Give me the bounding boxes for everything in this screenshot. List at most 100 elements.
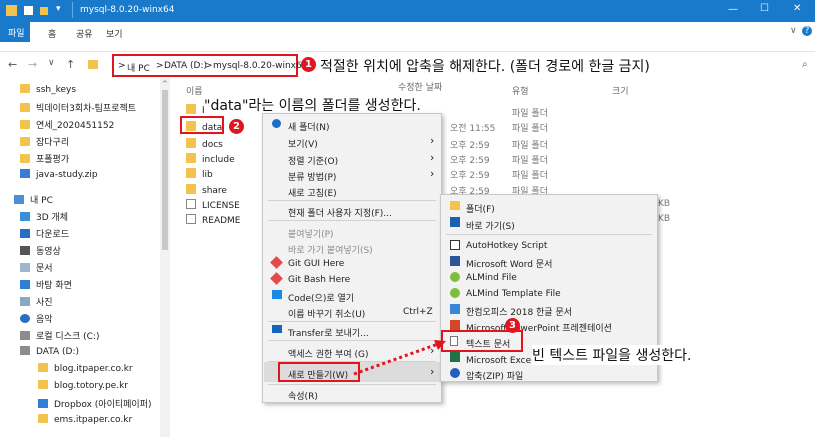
sidebar-item-label: 바탕 화면 (36, 281, 72, 291)
hancom-icon (450, 304, 460, 314)
back-icon[interactable]: ← (8, 58, 17, 71)
search-icon[interactable]: ⌕ (802, 59, 808, 70)
submenu-item-word[interactable]: Microsoft Word 문서 (466, 257, 552, 270)
menu-item-group[interactable]: 분류 방법(P) (288, 170, 336, 183)
file-name: lib (202, 170, 213, 180)
sidebar-item-label: 로컬 디스크 (C:) (36, 332, 100, 342)
sidebar-item[interactable]: java-study.zip (20, 169, 98, 180)
folder-icon (186, 138, 196, 148)
tab-view[interactable]: 보기 (106, 27, 123, 40)
submenu-item-almind[interactable]: ALMind File (466, 273, 517, 283)
menu-item-view[interactable]: 보기(V) (288, 137, 318, 150)
menu-item-customize[interactable]: 현재 폴더 사용자 지정(F)... (288, 206, 392, 219)
menu-item-git-bash[interactable]: Git Bash Here (288, 275, 350, 285)
column-header-name[interactable]: 이름 (186, 84, 203, 97)
quick-access-icon[interactable] (24, 6, 33, 15)
breadcrumb-drive[interactable]: DATA (D:) (164, 61, 207, 71)
menu-item-sort[interactable]: 정렬 기준(O) (288, 154, 338, 167)
breadcrumb-pc[interactable]: 내 PC (127, 61, 150, 74)
sidebar-item[interactable]: 다운로드 (20, 227, 69, 240)
sidebar-item[interactable]: 잡다구리 (20, 135, 69, 148)
column-header-size[interactable]: 크기 (612, 84, 629, 97)
tab-home[interactable]: 홈 (48, 27, 56, 40)
up-icon[interactable]: ↑ (66, 58, 75, 71)
file-type: 파일 폴더 (512, 124, 548, 134)
folder-icon (186, 121, 196, 131)
quick-access-dropdown-icon[interactable]: ▾ (56, 4, 61, 14)
sidebar-item[interactable]: 사진 (20, 295, 53, 308)
sidebar-item[interactable]: blog.totory.pe.kr (38, 380, 128, 391)
file-row[interactable]: docs (186, 138, 223, 150)
menu-item-new-folder[interactable]: 새 폴더(N) (288, 120, 329, 133)
submenu-item-text[interactable]: 텍스트 문서 (466, 337, 510, 350)
breadcrumb-sep: > (156, 61, 164, 71)
file-date: 오후 2:59 (450, 156, 490, 166)
minimize-button[interactable]: — (728, 4, 738, 15)
menu-item-undo-rename[interactable]: 이름 바꾸기 취소(U) (288, 307, 365, 320)
desktop-icon (20, 280, 30, 289)
close-button[interactable]: ✕ (793, 3, 801, 14)
title-bar: ▾ mysql-8.0.20-winx64 — ☐ ✕ (0, 0, 815, 22)
sidebar-item[interactable]: 3D 개체 (20, 210, 68, 223)
folder-icon (20, 84, 30, 93)
file-type: 파일 폴더 (512, 171, 548, 181)
tab-share[interactable]: 공유 (76, 27, 93, 40)
sidebar-item[interactable]: ems.itpaper.co.kr (38, 414, 132, 425)
submenu-item-ahk[interactable]: AutoHotkey Script (466, 241, 547, 251)
help-icon[interactable]: ? (802, 26, 812, 36)
sidebar-scrollbar-thumb[interactable] (162, 90, 168, 250)
file-row[interactable]: LICENSE (186, 199, 240, 211)
submenu-arrow-icon: › (430, 167, 435, 180)
sidebar-item[interactable]: 문서 (20, 261, 53, 274)
maximize-button[interactable]: ☐ (760, 3, 769, 14)
submenu-item-folder[interactable]: 폴더(F) (466, 202, 495, 215)
menu-item-new[interactable]: 새로 만들기(W) (288, 368, 348, 381)
sidebar-item[interactable]: 로컬 디스크 (C:) (20, 329, 99, 342)
ribbon-expand-icon[interactable]: ∨ (790, 26, 797, 36)
submenu-item-hanoffice[interactable]: 한컴오피스 2018 한글 문서 (466, 305, 572, 318)
breadcrumb-folder[interactable]: mysql-8.0.20-winx64 (213, 61, 307, 71)
new-folder-icon[interactable] (40, 7, 48, 15)
menu-item-refresh[interactable]: 새로 고침(E) (288, 186, 337, 199)
powerpoint-icon (450, 320, 460, 330)
sidebar-item[interactable]: Dropbox (아이티페이퍼) (38, 397, 151, 410)
file-row[interactable]: README (186, 214, 240, 226)
submenu-item-shortcut[interactable]: 바로 가기(S) (466, 219, 515, 232)
sidebar-item[interactable]: ssh_keys (20, 84, 76, 95)
file-name: LICENSE (202, 201, 240, 211)
sidebar-item[interactable]: 연세_2020451152 (20, 118, 114, 131)
sidebar-item-this-pc[interactable]: 내 PC (14, 193, 53, 206)
submenu-item-almind-template[interactable]: ALMind Template File (466, 289, 561, 299)
file-row[interactable]: include (186, 153, 235, 165)
column-header-type[interactable]: 유형 (512, 84, 529, 97)
folder-icon (186, 168, 196, 178)
sidebar-item[interactable]: 빅데이터3회차-팀프로젝트 (20, 101, 136, 114)
address-folder-icon (88, 60, 98, 69)
file-name: share (202, 186, 227, 196)
recent-dropdown-icon[interactable]: ∨ (48, 58, 55, 68)
menu-item-paste: 붙여넣기(P) (288, 230, 334, 240)
sidebar-item[interactable]: 동영상 (20, 244, 61, 257)
callout-text-1: 적절한 위치에 압축을 해제한다. (폴더 경로에 한글 금지) (320, 59, 650, 75)
folder-icon (20, 103, 30, 112)
sidebar-item[interactable]: blog.itpaper.co.kr (38, 363, 133, 374)
sidebar-item-label: 문서 (36, 264, 53, 274)
menu-item-git-gui[interactable]: Git GUI Here (288, 259, 344, 269)
sidebar-item[interactable]: DATA (D:) (20, 346, 79, 357)
sidebar-item[interactable]: 음악 (20, 312, 53, 325)
sidebar-item[interactable]: 포폴평가 (20, 152, 69, 165)
menu-separator (268, 220, 436, 221)
scroll-up-icon[interactable]: ^ (162, 80, 168, 88)
menu-item-properties[interactable]: 속성(R) (288, 389, 318, 402)
forward-icon[interactable]: → (28, 58, 37, 71)
submenu-item-zip[interactable]: 압축(ZIP) 파일 (466, 369, 523, 382)
folder-icon (38, 363, 48, 372)
menu-item-open-code[interactable]: Code(으)로 열기 (288, 291, 354, 304)
folder-icon (450, 201, 460, 210)
file-row[interactable]: data (186, 121, 222, 133)
file-row[interactable]: lib (186, 168, 213, 180)
sidebar-item[interactable]: 바탕 화면 (20, 278, 72, 291)
sidebar-item-label: 사진 (36, 298, 53, 308)
column-header-date[interactable]: 수정한 날짜 (398, 80, 442, 93)
file-row[interactable]: share (186, 184, 227, 196)
